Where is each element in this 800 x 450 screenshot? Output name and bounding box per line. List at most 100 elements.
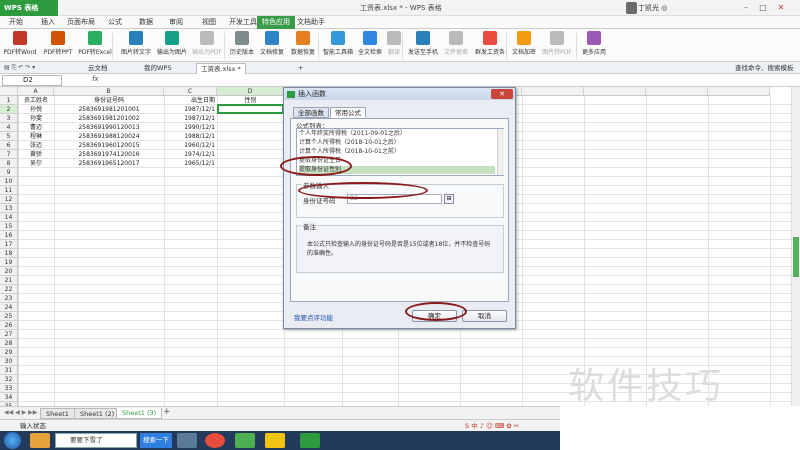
command-search[interactable]: 查找命令、搜索模板 [735,63,794,74]
row-header[interactable]: 4 [0,123,18,132]
app-icon[interactable] [235,433,255,448]
cell[interactable]: 2583691974120016 [56,150,162,159]
selected-cell[interactable] [217,104,284,114]
row-header[interactable]: 9 [0,168,18,177]
cell[interactable]: 2583691981201002 [56,114,162,123]
cell[interactable]: 2583691990120013 [56,123,162,132]
close-icon[interactable]: ✕ [775,2,787,14]
cell[interactable]: 1990/12/1 [166,123,215,132]
menu-item[interactable]: 页面布局 [62,16,100,29]
menu-item[interactable]: 开始 [4,16,28,29]
range-select-icon[interactable]: ⊞ [444,194,454,204]
column-header[interactable]: A [18,87,54,96]
row-header[interactable]: 30 [0,357,18,366]
ribbon-button[interactable]: 文档修复 [258,31,286,61]
row-header[interactable]: 1 [0,96,18,105]
ribbon-button[interactable]: 数据恢复 [288,31,318,61]
cell[interactable]: 黄骄 [20,150,52,159]
minimize-icon[interactable]: – [740,2,752,14]
row-header[interactable]: 10 [0,177,18,186]
cell[interactable] [219,114,282,123]
nav-icons[interactable]: ▤ ⎘ ↶ ↷ ▾ [4,64,35,72]
cell[interactable]: 1974/12/1 [166,150,215,159]
ribbon-button[interactable]: 图片转PDF [540,31,574,61]
cell[interactable]: 曹迈 [20,123,52,132]
row-header[interactable]: 33 [0,384,18,393]
cell[interactable]: 1965/12/1 [166,159,215,168]
menu-item[interactable]: 视图 [197,16,221,29]
ribbon-button[interactable]: 输出为图片 [156,31,188,61]
ribbon-button[interactable]: 历史版本 [228,31,256,61]
menu-item[interactable]: 审阅 [164,16,188,29]
cell[interactable]: 2583691960120015 [56,141,162,150]
row-header[interactable]: 7 [0,150,18,159]
row-header[interactable]: 8 [0,159,18,168]
cell[interactable]: 2583691988120024 [56,132,162,141]
cell[interactable]: 吴尔 [20,159,52,168]
column-header[interactable]: C [164,87,217,96]
ribbon-button[interactable]: 发送至手机 [406,31,440,61]
sheet-nav-icons[interactable]: ◀◀ ◀ ▶ ▶▶ [4,409,37,416]
row-header[interactable]: 25 [0,312,18,321]
formula-item[interactable]: 计算个人所得税（2018-10-01之前） [299,148,495,156]
row-header[interactable]: 19 [0,258,18,267]
name-box[interactable]: D2 [2,75,62,86]
row-header[interactable]: 6 [0,141,18,150]
row-header[interactable]: 12 [0,195,18,204]
row-header[interactable]: 28 [0,339,18,348]
cell[interactable]: 身份证号码 [56,96,162,105]
row-header[interactable]: 2 [0,105,18,114]
cancel-button[interactable]: 取消 [462,310,507,322]
menu-item[interactable]: 插入 [36,16,60,29]
column-header[interactable] [522,87,584,96]
maximize-icon[interactable]: □ [757,2,769,14]
menu-item[interactable]: 数据 [134,16,158,29]
formula-item[interactable]: 个人年终奖所得税（2011-09-01之后） [299,130,495,138]
corner-cell[interactable] [0,87,18,96]
cell[interactable]: 1987/12/1 [166,105,215,114]
row-header[interactable]: 32 [0,375,18,384]
user-name[interactable]: 丁凯光 ◎ [638,1,667,15]
row-header[interactable]: 24 [0,303,18,312]
ribbon-button[interactable]: PDF转Word [2,31,38,61]
column-header[interactable] [708,87,770,96]
sheet-tab[interactable]: Sheet1 (2) [74,408,121,419]
row-header[interactable]: 31 [0,366,18,375]
cell[interactable] [219,123,282,132]
doc-tab[interactable]: 我的WPS [140,63,175,74]
wps-icon[interactable] [300,433,320,448]
search-button[interactable]: 搜索一下 [140,433,172,448]
row-header[interactable]: 34 [0,393,18,402]
row-header[interactable]: 14 [0,213,18,222]
cell[interactable]: 1987/12/1 [166,114,215,123]
ribbon-button[interactable]: 群发工资条 [472,31,508,61]
vertical-scrollbar[interactable] [791,87,800,406]
tool-icon[interactable] [177,433,197,448]
tab-common-formulas[interactable]: 常用公式 [330,107,366,118]
ribbon-button[interactable]: PDF转Excel [76,31,114,61]
doc-tab[interactable]: 云文档 [84,63,112,74]
ime-toolbar[interactable]: S 中 ♪ ☺ ⌨ ✿ ✂ [465,421,555,431]
column-header[interactable] [584,87,646,96]
new-tab-icon[interactable]: + [294,63,307,74]
row-header[interactable]: 20 [0,267,18,276]
chrome-icon[interactable] [205,433,225,448]
close-icon[interactable]: ✕ [491,89,513,99]
ribbon-button[interactable]: 图片转文字 [118,31,154,61]
list-scrollbar[interactable] [497,129,504,175]
row-header[interactable]: 5 [0,132,18,141]
row-header[interactable]: 29 [0,348,18,357]
cell[interactable]: 1960/12/1 [166,141,215,150]
menu-item[interactable]: 公式 [103,16,127,29]
app-menu-button[interactable]: WPS 表格 [0,0,58,16]
ribbon-button[interactable]: 更多应用 [580,31,608,61]
cell[interactable]: 程琳 [20,132,52,141]
ribbon-button[interactable]: 智能工具箱 [322,31,354,61]
menu-item[interactable]: 文档助手 [292,16,330,29]
ribbon-button[interactable]: PDF转PPT [40,31,76,61]
ribbon-button[interactable]: 输出为PDF [190,31,224,61]
row-header[interactable]: 23 [0,294,18,303]
cell[interactable]: 孙斐 [20,114,52,123]
row-header[interactable]: 15 [0,222,18,231]
add-sheet-icon[interactable]: + [163,407,171,417]
